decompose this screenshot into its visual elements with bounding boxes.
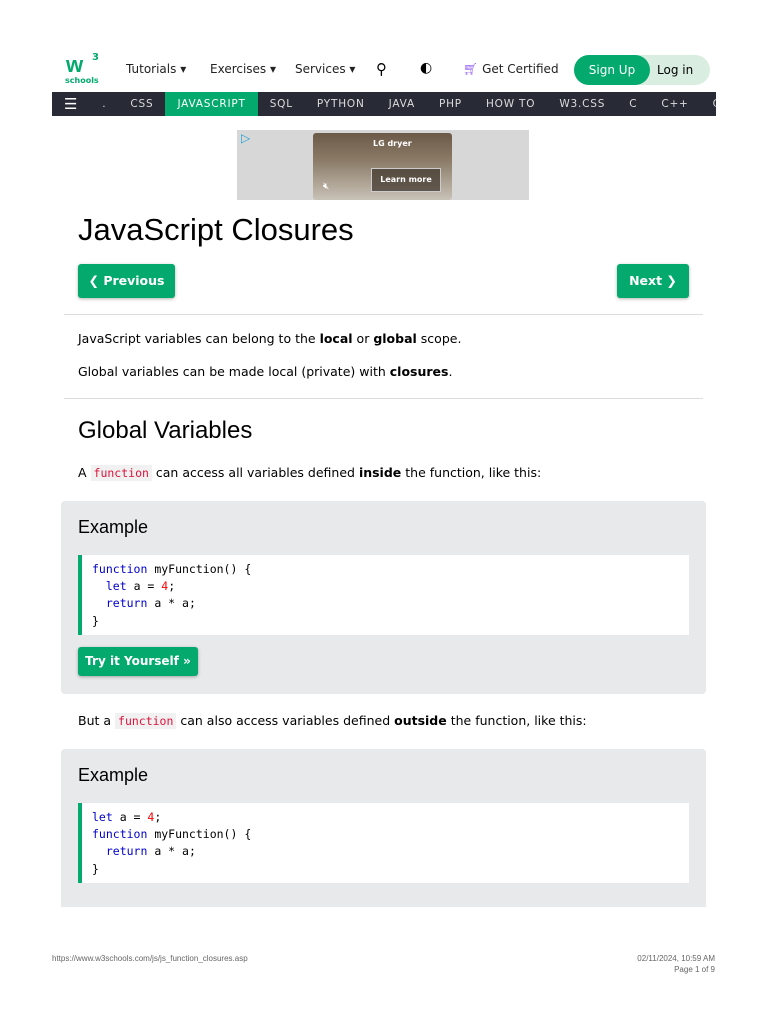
previous-button[interactable]: ❮ Previous xyxy=(78,264,175,298)
try-it-yourself-button[interactable]: Try it Yourself » xyxy=(78,647,198,676)
topic-php[interactable]: PHP xyxy=(427,92,474,116)
section-heading: Global Variables xyxy=(78,417,253,444)
menu-icon[interactable]: ☰ xyxy=(52,92,90,116)
ad-image[interactable]: LG dryer 🔇︎ Learn more xyxy=(313,133,452,200)
intro-paragraph-1: JavaScript variables can belong to the l… xyxy=(78,331,462,346)
topics-bar: ☰ . CSS JAVASCRIPT SQL PYTHON JAVA PHP H… xyxy=(52,92,716,116)
footer-url: https://www.w3schools.com/js/js_function… xyxy=(52,954,248,963)
topic-c[interactable]: C xyxy=(617,92,649,116)
exercises-label: Exercises xyxy=(210,62,267,76)
topic-javascript[interactable]: JAVASCRIPT xyxy=(165,92,258,116)
mute-icon[interactable]: 🔇︎ xyxy=(323,181,329,192)
learn-more-button[interactable]: Learn more xyxy=(371,168,441,192)
services-label: Services xyxy=(295,62,346,76)
example-heading: Example xyxy=(78,517,149,537)
topic-csharp[interactable]: C# xyxy=(701,92,716,116)
intro-paragraph-2: Global variables can be made local (priv… xyxy=(78,364,453,379)
topic-cpp[interactable]: C++ xyxy=(649,92,700,116)
code-block: function myFunction() { let a = 4; retur… xyxy=(78,555,689,635)
topic-w3css[interactable]: W3.CSS xyxy=(547,92,617,116)
tutorials-menu[interactable]: Tutorials ▾ xyxy=(126,62,186,76)
w3schools-logo[interactable]: w 3 schools xyxy=(64,52,100,86)
advertisement[interactable]: ▷ LG dryer 🔇︎ Learn more xyxy=(237,130,529,200)
ad-brand: LG dryer xyxy=(373,139,412,148)
paragraph-inside: A function can access all variables defi… xyxy=(78,465,542,481)
cart-icon: 🛒︎ xyxy=(463,62,479,76)
exercises-menu[interactable]: Exercises ▾ xyxy=(210,62,276,76)
page-title: JavaScript Closures xyxy=(78,212,354,247)
footer-page: Page 1 of 9 xyxy=(674,965,715,974)
log-in-button[interactable]: Log in xyxy=(657,55,693,85)
footer-datetime: 02/11/2024, 10:59 AM xyxy=(637,954,715,963)
example-box-2: Example let a = 4; function myFunction()… xyxy=(61,749,706,907)
topic-dot[interactable]: . xyxy=(90,92,118,116)
contrast-icon[interactable]: ◐ xyxy=(420,60,432,76)
sign-up-button[interactable]: Sign Up xyxy=(574,55,650,85)
divider xyxy=(64,314,703,315)
next-button[interactable]: Next ❯ xyxy=(617,264,689,298)
topic-css[interactable]: CSS xyxy=(118,92,165,116)
code-block: let a = 4; function myFunction() { retur… xyxy=(78,803,689,883)
get-certified-label: Get Certified xyxy=(482,62,559,76)
adchoices-icon[interactable]: ▷ xyxy=(241,131,250,145)
topic-howto[interactable]: HOW TO xyxy=(474,92,547,116)
search-icon[interactable]: ⚲ xyxy=(376,60,387,78)
topic-sql[interactable]: SQL xyxy=(258,92,305,116)
divider xyxy=(64,398,703,399)
example-box-1: Example function myFunction() { let a = … xyxy=(61,501,706,694)
get-certified-link[interactable]: 🛒︎ Get Certified xyxy=(463,62,559,76)
auth-buttons: Sign Up Log in xyxy=(574,55,710,85)
example-heading: Example xyxy=(78,765,149,785)
topic-python[interactable]: PYTHON xyxy=(305,92,377,116)
topic-java[interactable]: JAVA xyxy=(377,92,427,116)
services-menu[interactable]: Services ▾ xyxy=(295,62,355,76)
tutorials-label: Tutorials xyxy=(126,62,177,76)
paragraph-outside: But a function can also access variables… xyxy=(78,713,587,729)
